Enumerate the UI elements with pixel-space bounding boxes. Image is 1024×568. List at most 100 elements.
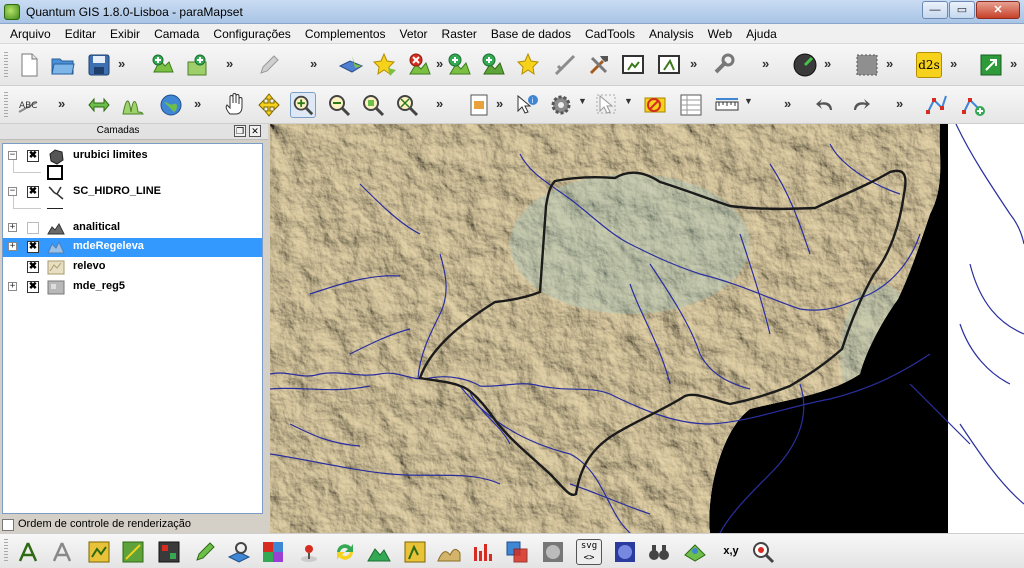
histogram-icon[interactable] [120,92,146,118]
save-project-icon[interactable] [86,52,112,78]
zoom-out-icon[interactable] [326,92,352,118]
grass-tools-icon[interactable] [16,539,42,565]
georef-icon[interactable] [86,92,112,118]
spatial-query-icon[interactable] [226,539,252,565]
histogram2-icon[interactable] [470,539,496,565]
label-abc-icon[interactable]: ABC [16,92,42,118]
menu-configuracoes[interactable]: Configurações [206,24,297,44]
refresh-icon[interactable] [332,539,358,565]
toolbar-grip[interactable] [4,92,8,118]
toolbar-overflow[interactable]: » [950,56,957,71]
frame-icon[interactable] [620,52,646,78]
coordinate-capture-icon[interactable]: x,y [718,539,744,565]
collapse-toggle[interactable]: − [8,151,17,160]
menu-web[interactable]: Web [701,24,739,44]
layer-add-green-icon[interactable] [446,52,472,78]
settings-wrench-icon[interactable] [710,52,736,78]
expand-toggle[interactable]: + [8,242,17,251]
open-project-icon[interactable] [50,52,76,78]
cad-tool-icon[interactable] [402,539,428,565]
menu-complementos[interactable]: Complementos [298,24,393,44]
layer-row-relevo[interactable]: ✖ relevo [3,258,262,277]
toolbar-overflow[interactable]: » [194,96,201,111]
globe-dark-icon[interactable] [792,52,818,78]
toolbar-overflow[interactable]: » [226,56,233,71]
map-rendering[interactable] [270,124,1024,533]
layer-visibility-checkbox[interactable]: ✖ [27,281,39,293]
hillshade-icon[interactable] [540,539,566,565]
dropdown-arrow-icon[interactable]: ▼ [578,96,587,106]
profile-icon[interactable] [436,539,462,565]
toolbar-overflow[interactable]: » [886,56,893,71]
layer-row-mde-reg5[interactable]: + ✖ mde_reg5 [3,278,262,297]
toolbar-overflow[interactable]: » [784,96,791,111]
toolbar-overflow[interactable]: » [310,56,317,71]
layer-remove-icon[interactable] [406,52,432,78]
layer-visibility-checkbox[interactable]: ✖ [27,186,39,198]
blur-icon[interactable] [612,539,638,565]
pan-hand-icon[interactable] [222,92,248,118]
digitize-icon[interactable] [552,52,578,78]
new-project-icon[interactable] [16,52,42,78]
layer-star2-icon[interactable] [516,52,542,78]
deselect-icon[interactable] [642,92,668,118]
layer-row-sc-hidro-line[interactable]: − ✖ SC_HIDRO_LINE [3,183,262,202]
toolbar-grip[interactable] [4,539,8,563]
menu-camada[interactable]: Camada [147,24,206,44]
pencil-green-icon[interactable] [192,539,218,565]
terrain-icon[interactable] [366,539,392,565]
toolbar-overflow[interactable]: » [58,96,65,111]
dropdown-arrow-icon[interactable]: ▼ [744,96,753,106]
maximize-button[interactable]: ▭ [949,1,975,19]
layer-row-mderegeleva[interactable]: + ✖ mdeRegeleva [3,238,262,257]
select-icon[interactable] [594,92,620,118]
add-raster-icon[interactable] [184,52,210,78]
binoculars-icon[interactable] [646,539,672,565]
menu-cadtools[interactable]: CadTools [578,24,642,44]
layer-row-analitical[interactable]: + analitical [3,219,262,238]
layer-add-icon[interactable] [338,52,364,78]
node-tool-icon[interactable] [924,92,950,118]
toolbar-overflow[interactable]: » [436,96,443,111]
attribute-table-icon[interactable] [678,92,704,118]
toolbar-overflow[interactable]: » [690,56,697,71]
vector-edit-icon[interactable] [120,539,146,565]
menu-exibir[interactable]: Exibir [103,24,147,44]
zoom-layer-icon[interactable] [360,92,386,118]
layer-visibility-checkbox[interactable]: ✖ [27,150,39,162]
menu-base-de-dados[interactable]: Base de dados [484,24,578,44]
layers-tree[interactable]: − ✖ urubici limites − ✖ SC_HIDRO_LINE + [2,143,263,514]
toolbar-overflow[interactable]: » [1010,56,1017,71]
layer-visibility-checkbox[interactable] [27,222,39,234]
measure-icon[interactable] [714,92,740,118]
layer-visibility-checkbox[interactable]: ✖ [27,261,39,273]
undo-icon[interactable] [812,92,838,118]
map-canvas[interactable] [270,124,1024,533]
location-pin-icon[interactable] [296,539,322,565]
expand-toggle[interactable]: + [8,223,17,232]
menu-raster[interactable]: Raster [435,24,484,44]
close-panel-button[interactable]: ✕ [249,125,261,137]
globe-icon[interactable] [158,92,184,118]
expand-toggle[interactable]: + [8,282,17,291]
d2s-icon[interactable]: d2s [916,52,942,78]
add-vector-icon[interactable] [150,52,176,78]
minimize-button[interactable]: — [922,1,948,19]
close-button[interactable]: ✕ [976,1,1020,19]
menu-ajuda[interactable]: Ajuda [739,24,784,44]
wrench-hammer-icon[interactable] [586,52,612,78]
dropdown-arrow-icon[interactable]: ▼ [624,96,633,106]
grass-tools2-icon[interactable] [50,539,76,565]
zoom-in-icon[interactable] [290,92,316,118]
toolbar-overflow[interactable]: » [824,56,831,71]
toolbar-overflow[interactable]: » [118,56,125,71]
toolbar-grip[interactable] [4,52,8,78]
identify-icon[interactable]: i [514,92,540,118]
layer-add-green2-icon[interactable] [480,52,506,78]
add-node-icon[interactable] [960,92,986,118]
raster-calc-icon[interactable] [156,539,182,565]
edit-pencil-icon[interactable] [256,52,282,78]
toolbar-overflow[interactable]: » [496,96,503,111]
overlay-icon[interactable] [504,539,530,565]
green-export-icon[interactable] [978,52,1004,78]
